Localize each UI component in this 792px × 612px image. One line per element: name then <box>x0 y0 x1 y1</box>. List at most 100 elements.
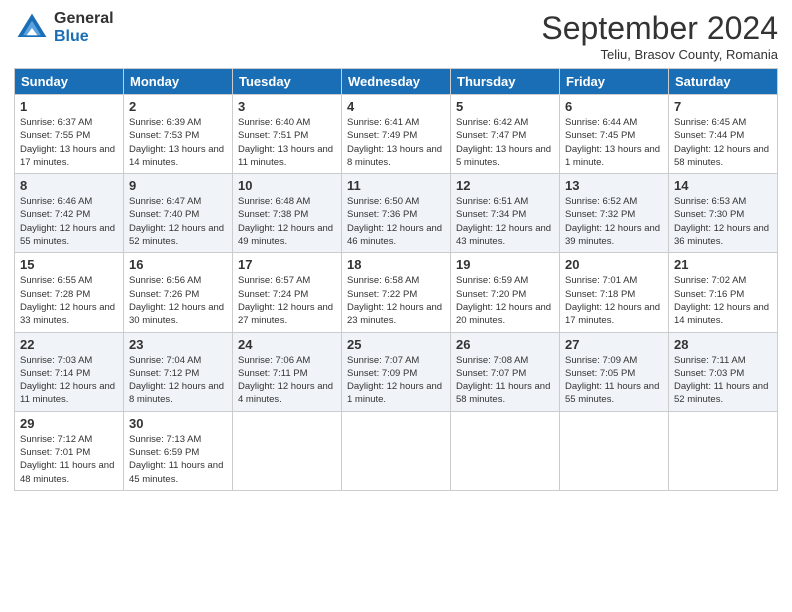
calendar-header: Sunday Monday Tuesday Wednesday Thursday… <box>15 69 778 95</box>
calendar-cell <box>669 411 778 490</box>
day-number: 14 <box>674 178 772 193</box>
day-number: 21 <box>674 257 772 272</box>
col-sunday: Sunday <box>15 69 124 95</box>
title-section: September 2024 Teliu, Brasov County, Rom… <box>541 10 778 62</box>
logo-text: General Blue <box>54 10 114 45</box>
day-info: Sunrise: 6:50 AMSunset: 7:36 PMDaylight:… <box>347 195 445 248</box>
day-info: Sunrise: 7:11 AMSunset: 7:03 PMDaylight:… <box>674 354 772 407</box>
day-number: 13 <box>565 178 663 193</box>
day-number: 25 <box>347 337 445 352</box>
day-number: 11 <box>347 178 445 193</box>
day-number: 5 <box>456 99 554 114</box>
day-info: Sunrise: 7:12 AMSunset: 7:01 PMDaylight:… <box>20 433 118 486</box>
day-number: 8 <box>20 178 118 193</box>
day-number: 17 <box>238 257 336 272</box>
calendar-cell: 7Sunrise: 6:45 AMSunset: 7:44 PMDaylight… <box>669 95 778 174</box>
calendar-cell: 17 Sunrise: 6:57 AMSunset: 7:24 PMDayligh… <box>233 253 342 332</box>
calendar-cell: 9Sunrise: 6:47 AMSunset: 7:40 PMDaylight… <box>124 174 233 253</box>
day-info: Sunrise: 6:59 AMSunset: 7:20 PMDaylight:… <box>456 274 554 327</box>
calendar-cell <box>560 411 669 490</box>
calendar-cell: 28 Sunrise: 7:11 AMSunset: 7:03 PMDayligh… <box>669 332 778 411</box>
day-info: Sunrise: 6:58 AMSunset: 7:22 PMDaylight:… <box>347 274 445 327</box>
day-info: Sunrise: 7:13 AMSunset: 6:59 PMDaylight:… <box>129 433 227 486</box>
calendar-cell <box>451 411 560 490</box>
day-info: Sunrise: 6:47 AMSunset: 7:40 PMDaylight:… <box>129 195 227 248</box>
day-number: 30 <box>129 416 227 431</box>
day-info: Sunrise: 7:03 AMSunset: 7:14 PMDaylight:… <box>20 354 118 407</box>
day-number: 1 <box>20 99 118 114</box>
day-number: 4 <box>347 99 445 114</box>
calendar-cell: 21 Sunrise: 7:02 AMSunset: 7:16 PMDayligh… <box>669 253 778 332</box>
day-info: Sunrise: 6:42 AMSunset: 7:47 PMDaylight:… <box>456 116 554 169</box>
day-number: 23 <box>129 337 227 352</box>
day-number: 12 <box>456 178 554 193</box>
calendar-cell: 14 Sunrise: 6:53 AMSunset: 7:30 PMDayligh… <box>669 174 778 253</box>
calendar-cell: 23 Sunrise: 7:04 AMSunset: 7:12 PMDayligh… <box>124 332 233 411</box>
day-info: Sunrise: 6:46 AMSunset: 7:42 PMDaylight:… <box>20 195 118 248</box>
col-wednesday: Wednesday <box>342 69 451 95</box>
col-thursday: Thursday <box>451 69 560 95</box>
day-info: Sunrise: 6:51 AMSunset: 7:34 PMDaylight:… <box>456 195 554 248</box>
calendar-cell: 13 Sunrise: 6:52 AMSunset: 7:32 PMDayligh… <box>560 174 669 253</box>
calendar-cell <box>342 411 451 490</box>
page: General Blue September 2024 Teliu, Braso… <box>0 0 792 612</box>
day-number: 22 <box>20 337 118 352</box>
day-info: Sunrise: 7:08 AMSunset: 7:07 PMDaylight:… <box>456 354 554 407</box>
day-info: Sunrise: 6:44 AMSunset: 7:45 PMDaylight:… <box>565 116 663 169</box>
day-number: 3 <box>238 99 336 114</box>
day-info: Sunrise: 7:09 AMSunset: 7:05 PMDaylight:… <box>565 354 663 407</box>
logo: General Blue <box>14 10 114 46</box>
calendar-cell: 25 Sunrise: 7:07 AMSunset: 7:09 PMDayligh… <box>342 332 451 411</box>
calendar-cell: 22 Sunrise: 7:03 AMSunset: 7:14 PMDayligh… <box>15 332 124 411</box>
day-number: 29 <box>20 416 118 431</box>
day-number: 28 <box>674 337 772 352</box>
day-number: 26 <box>456 337 554 352</box>
day-number: 2 <box>129 99 227 114</box>
calendar-cell: 16Sunrise: 6:56 AMSunset: 7:26 PMDayligh… <box>124 253 233 332</box>
day-info: Sunrise: 7:07 AMSunset: 7:09 PMDaylight:… <box>347 354 445 407</box>
calendar-cell: 10 Sunrise: 6:48 AMSunset: 7:38 PMDayligh… <box>233 174 342 253</box>
calendar-cell: 4Sunrise: 6:41 AMSunset: 7:49 PMDaylight… <box>342 95 451 174</box>
location-subtitle: Teliu, Brasov County, Romania <box>541 47 778 62</box>
day-info: Sunrise: 6:53 AMSunset: 7:30 PMDaylight:… <box>674 195 772 248</box>
calendar-cell: 6Sunrise: 6:44 AMSunset: 7:45 PMDaylight… <box>560 95 669 174</box>
calendar-week-1: 1Sunrise: 6:37 AMSunset: 7:55 PMDaylight… <box>15 95 778 174</box>
calendar-body: 1Sunrise: 6:37 AMSunset: 7:55 PMDaylight… <box>15 95 778 491</box>
logo-general: General <box>54 10 114 28</box>
day-info: Sunrise: 7:04 AMSunset: 7:12 PMDaylight:… <box>129 354 227 407</box>
calendar-cell: 15 Sunrise: 6:55 AMSunset: 7:28 PMDayligh… <box>15 253 124 332</box>
calendar-cell: 3Sunrise: 6:40 AMSunset: 7:51 PMDaylight… <box>233 95 342 174</box>
day-info: Sunrise: 6:55 AMSunset: 7:28 PMDaylight:… <box>20 274 118 327</box>
day-info: Sunrise: 7:01 AMSunset: 7:18 PMDaylight:… <box>565 274 663 327</box>
calendar-cell: 24Sunrise: 7:06 AMSunset: 7:11 PMDayligh… <box>233 332 342 411</box>
calendar-cell: 18 Sunrise: 6:58 AMSunset: 7:22 PMDayligh… <box>342 253 451 332</box>
day-number: 24 <box>238 337 336 352</box>
calendar-cell: 2 Sunrise: 6:39 AMSunset: 7:53 PMDaylight… <box>124 95 233 174</box>
calendar-cell: 27Sunrise: 7:09 AMSunset: 7:05 PMDayligh… <box>560 332 669 411</box>
day-number: 18 <box>347 257 445 272</box>
calendar-table: Sunday Monday Tuesday Wednesday Thursday… <box>14 68 778 491</box>
day-info: Sunrise: 6:48 AMSunset: 7:38 PMDaylight:… <box>238 195 336 248</box>
header: General Blue September 2024 Teliu, Braso… <box>14 10 778 62</box>
day-info: Sunrise: 6:39 AMSunset: 7:53 PMDaylight:… <box>129 116 227 169</box>
day-info: Sunrise: 6:52 AMSunset: 7:32 PMDaylight:… <box>565 195 663 248</box>
calendar-week-3: 15 Sunrise: 6:55 AMSunset: 7:28 PMDayligh… <box>15 253 778 332</box>
header-row: Sunday Monday Tuesday Wednesday Thursday… <box>15 69 778 95</box>
calendar-cell: 20 Sunrise: 7:01 AMSunset: 7:18 PMDayligh… <box>560 253 669 332</box>
calendar-cell: 11 Sunrise: 6:50 AMSunset: 7:36 PMDayligh… <box>342 174 451 253</box>
logo-blue: Blue <box>54 28 114 46</box>
col-monday: Monday <box>124 69 233 95</box>
day-number: 15 <box>20 257 118 272</box>
day-info: Sunrise: 7:02 AMSunset: 7:16 PMDaylight:… <box>674 274 772 327</box>
day-number: 20 <box>565 257 663 272</box>
calendar-cell: 1Sunrise: 6:37 AMSunset: 7:55 PMDaylight… <box>15 95 124 174</box>
day-info: Sunrise: 6:57 AMSunset: 7:24 PMDaylight:… <box>238 274 336 327</box>
month-title: September 2024 <box>541 10 778 47</box>
calendar-week-5: 29 Sunrise: 7:12 AMSunset: 7:01 PMDayligh… <box>15 411 778 490</box>
day-number: 10 <box>238 178 336 193</box>
col-friday: Friday <box>560 69 669 95</box>
calendar-cell: 30 Sunrise: 7:13 AMSunset: 6:59 PMDayligh… <box>124 411 233 490</box>
calendar-week-4: 22 Sunrise: 7:03 AMSunset: 7:14 PMDayligh… <box>15 332 778 411</box>
calendar-cell: 19 Sunrise: 6:59 AMSunset: 7:20 PMDayligh… <box>451 253 560 332</box>
day-number: 19 <box>456 257 554 272</box>
